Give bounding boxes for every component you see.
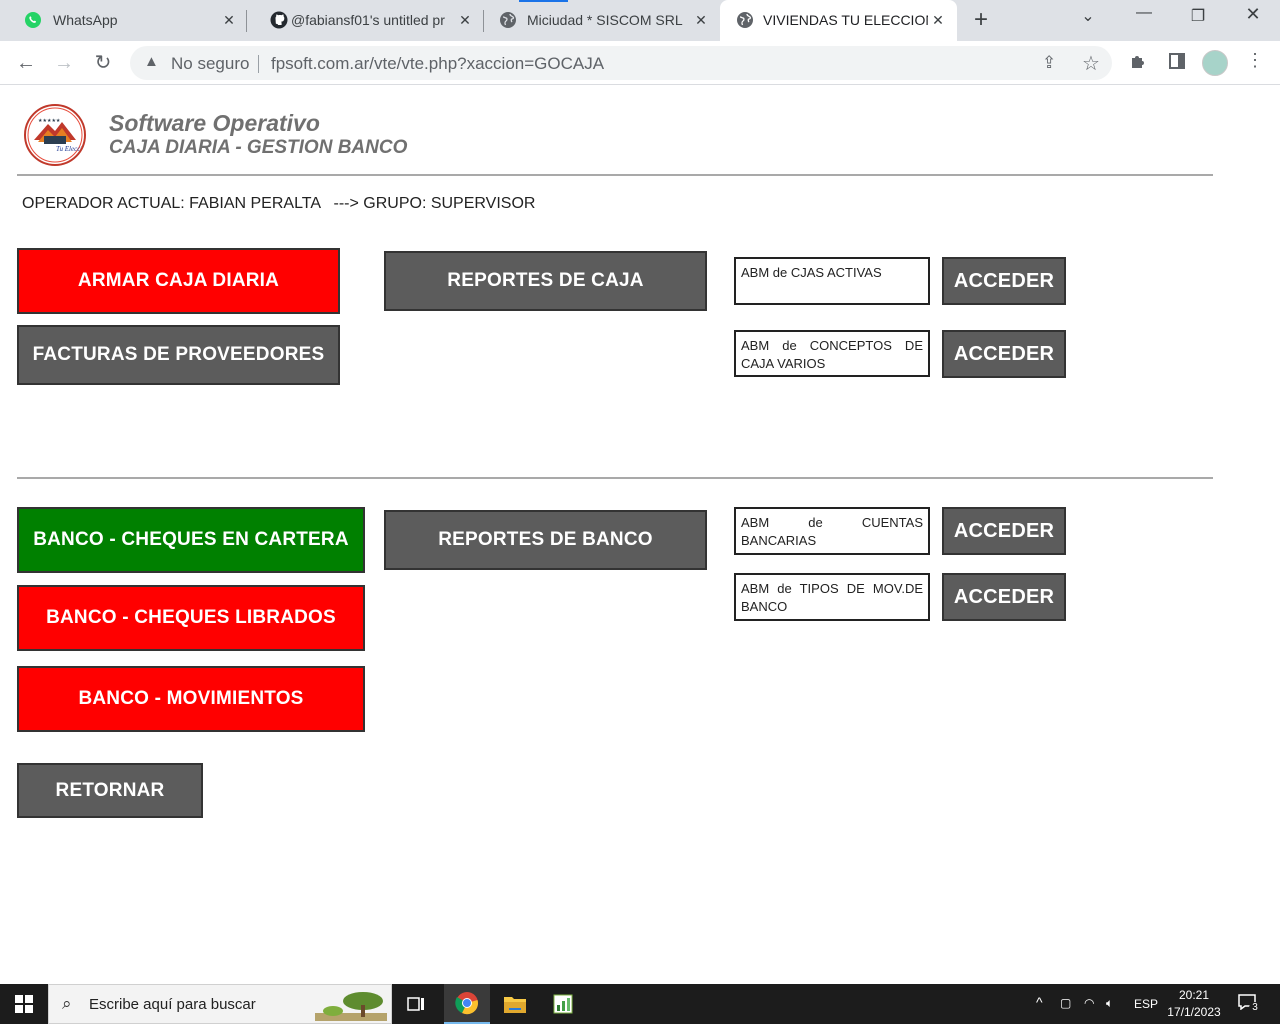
- tab-label: VIVIENDAS TU ELECCION: [763, 12, 928, 28]
- browser-tab-strip: WhatsApp ✕ @fabiansf01's untitled pr ✕ M…: [0, 0, 1280, 41]
- new-tab-button[interactable]: +: [974, 8, 988, 32]
- page-subtitle: CAJA DIARIA - GESTION BANCO: [109, 137, 408, 158]
- app-title: Software Operativo: [109, 110, 320, 136]
- close-icon[interactable]: ✕: [930, 12, 946, 28]
- taskbar-search-input[interactable]: ⌕ Escribe aquí para buscar: [48, 984, 392, 1024]
- profile-avatar[interactable]: [1202, 50, 1228, 76]
- banco-movimientos-button[interactable]: BANCO - MOVIMIENTOS: [17, 666, 365, 732]
- search-highlight-tree-icon: [315, 992, 387, 1021]
- tab-viviendas[interactable]: VIVIENDAS TU ELECCION ✕: [720, 0, 957, 41]
- close-icon[interactable]: ✕: [457, 12, 473, 28]
- divider: [17, 477, 1213, 479]
- meet-now-icon[interactable]: ▢: [1060, 996, 1071, 1010]
- warning-triangle-icon[interactable]: ▲: [144, 53, 159, 70]
- security-status[interactable]: No seguro: [171, 54, 249, 74]
- tab-github[interactable]: @fabiansf01's untitled pr ✕: [246, 0, 483, 41]
- language-indicator[interactable]: ESP: [1134, 997, 1158, 1011]
- facturas-proveedores-button[interactable]: FACTURAS DE PROVEEDORES: [17, 325, 340, 385]
- svg-text:★★★★★: ★★★★★: [38, 118, 61, 124]
- reportes-banco-button[interactable]: REPORTES DE BANCO: [384, 510, 707, 570]
- wifi-icon[interactable]: ◠: [1084, 996, 1094, 1010]
- tab-label: WhatsApp: [53, 12, 118, 28]
- windows-start-button[interactable]: [0, 984, 48, 1024]
- windows-taskbar: ⌕ Escribe aquí para buscar ^ ▢ ◠ 🔈︎ ESP …: [0, 984, 1280, 1024]
- banco-cheques-librados-button[interactable]: BANCO - CHEQUES LIBRADOS: [17, 585, 365, 651]
- share-icon[interactable]: ⇪: [1042, 53, 1056, 73]
- volume-icon[interactable]: 🔈︎: [1106, 996, 1113, 1011]
- address-divider: [258, 55, 259, 73]
- abm-cuentas-bancarias-label: ABM de CUENTAS BANCARIAS: [734, 507, 930, 555]
- minimize-button[interactable]: —: [1132, 4, 1156, 22]
- reportes-caja-button[interactable]: REPORTES DE CAJA: [384, 251, 707, 311]
- close-window-button[interactable]: ✕: [1241, 4, 1265, 25]
- forward-button[interactable]: →: [52, 51, 76, 75]
- browser-toolbar: ← → ↻ ▲ No seguro fpsoft.com.ar/vte/vte.…: [0, 41, 1280, 85]
- armar-caja-diaria-button[interactable]: ARMAR CAJA DIARIA: [17, 248, 340, 314]
- whatsapp-icon: [25, 12, 41, 28]
- side-panel-icon[interactable]: [1166, 52, 1188, 75]
- windows-logo-icon: [15, 995, 33, 1013]
- close-icon[interactable]: ✕: [221, 12, 237, 28]
- close-icon[interactable]: ✕: [693, 12, 709, 28]
- notification-count-badge: 3: [1249, 1002, 1261, 1014]
- operator-info: OPERADOR ACTUAL: FABIAN PERALTA ---> GRU…: [22, 195, 536, 212]
- tab-whatsapp[interactable]: WhatsApp ✕: [0, 0, 246, 41]
- abm-tipos-mov-banco-label: ABM de TIPOS DE MOV.DE BANCO: [734, 573, 930, 621]
- retornar-button[interactable]: RETORNAR: [17, 763, 203, 818]
- globe-icon: [737, 12, 753, 28]
- file-explorer-icon[interactable]: [492, 984, 538, 1024]
- tab-label: Miciudad * SISCOM SRL: [527, 12, 683, 28]
- url-text[interactable]: fpsoft.com.ar/vte/vte.php?xaccion=GOCAJA: [271, 54, 604, 74]
- tab-label: @fabiansf01's untitled pr: [291, 12, 445, 28]
- acceder-cajas-activas-button[interactable]: ACCEDER: [942, 257, 1066, 305]
- taskbar-clock[interactable]: 20:21 17/1/2023: [1162, 987, 1226, 1021]
- banco-cheques-cartera-button[interactable]: BANCO - CHEQUES EN CARTERA: [17, 507, 365, 573]
- clock-time: 20:21: [1178, 988, 1210, 1002]
- search-placeholder: Escribe aquí para buscar: [89, 996, 256, 1013]
- abm-conceptos-caja-label: ABM de CONCEPTOS DE CAJA VARIOS: [734, 330, 930, 377]
- back-button[interactable]: ←: [14, 51, 38, 75]
- acceder-cuentas-bancarias-button[interactable]: ACCEDER: [942, 507, 1066, 555]
- address-bar[interactable]: ▲ No seguro fpsoft.com.ar/vte/vte.php?xa…: [130, 46, 1112, 80]
- search-icon: ⌕: [62, 994, 72, 1013]
- restore-button[interactable]: ❐: [1186, 6, 1210, 26]
- clock-date: 17/1/2023: [1167, 1005, 1221, 1019]
- browser-menu-icon[interactable]: ⋮: [1246, 50, 1264, 71]
- abm-cajas-activas-label: ABM de CJAS ACTIVAS: [734, 257, 930, 305]
- extensions-puzzle-icon[interactable]: [1127, 52, 1149, 75]
- reload-button[interactable]: ↻: [91, 51, 115, 75]
- show-hidden-icons-chevron-icon[interactable]: ^: [1036, 994, 1043, 1010]
- github-icon: [270, 11, 288, 29]
- tab-miciudad[interactable]: Miciudad * SISCOM SRL ✕: [483, 0, 720, 41]
- spreadsheet-app-icon[interactable]: [540, 984, 586, 1024]
- chrome-taskbar-icon[interactable]: [444, 984, 490, 1024]
- globe-icon: [500, 12, 516, 28]
- divider: [17, 174, 1213, 176]
- acceder-conceptos-caja-button[interactable]: ACCEDER: [942, 330, 1066, 378]
- notification-center-icon[interactable]: 3: [1238, 994, 1261, 1014]
- bookmark-star-icon[interactable]: ☆: [1082, 51, 1100, 76]
- task-view-icon[interactable]: [393, 984, 439, 1024]
- page-content: ★★★★★ Tu Elección Software Operativo CAJ…: [0, 86, 1280, 984]
- svg-text:Tu Elección: Tu Elección: [56, 145, 84, 153]
- company-logo: ★★★★★ Tu Elección: [24, 104, 86, 166]
- tab-search-chevron-icon[interactable]: ⌄: [1076, 6, 1100, 26]
- acceder-tipos-mov-banco-button[interactable]: ACCEDER: [942, 573, 1066, 621]
